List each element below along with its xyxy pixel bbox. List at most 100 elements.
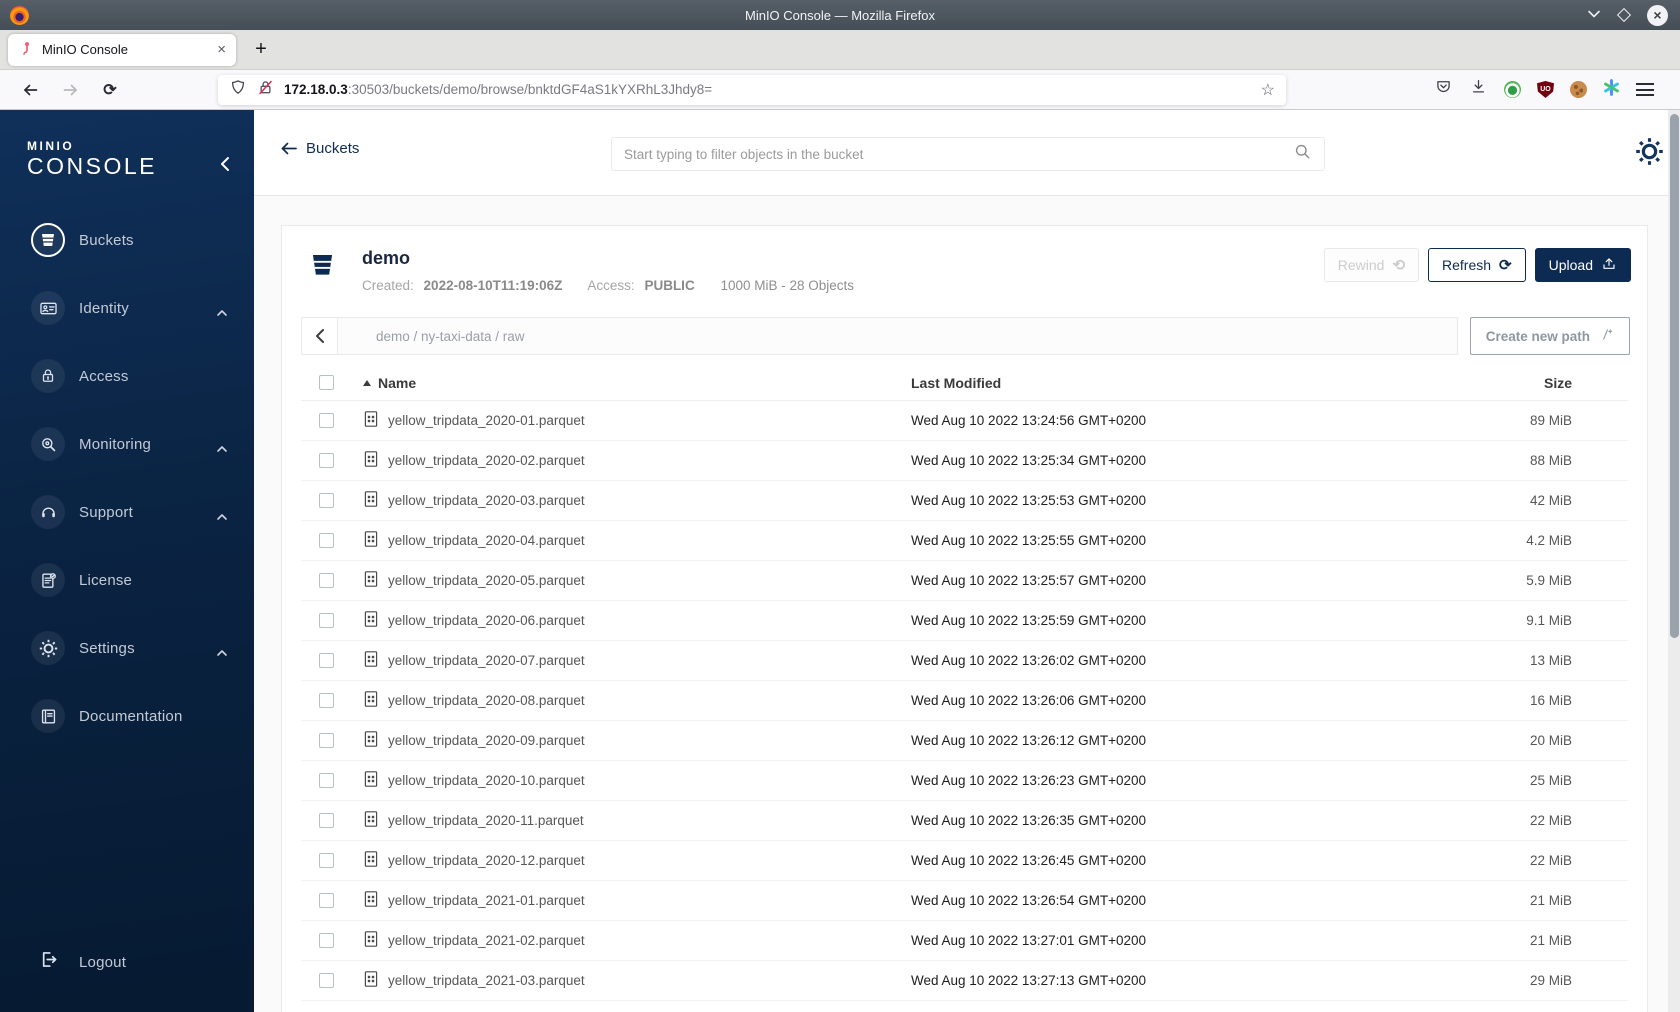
parquet-file-icon (363, 610, 379, 631)
table-row[interactable]: yellow_tripdata_2020-10.parquet Wed Aug … (301, 761, 1628, 801)
row-checkbox[interactable] (319, 773, 334, 788)
column-header-name[interactable]: Name (347, 375, 911, 391)
row-checkbox[interactable] (319, 733, 334, 748)
sidebar-item-identity[interactable]: Identity (0, 274, 254, 342)
row-checkbox[interactable] (319, 893, 334, 908)
object-name: yellow_tripdata_2020-12.parquet (388, 853, 585, 868)
table-row[interactable]: yellow_tripdata_2020-02.parquet Wed Aug … (301, 441, 1628, 481)
upload-button[interactable]: Upload (1534, 248, 1631, 282)
table-row[interactable]: yellow_tripdata_2020-04.parquet Wed Aug … (301, 521, 1628, 561)
row-checkbox[interactable] (319, 453, 334, 468)
bookmark-star-icon[interactable]: ☆ (1261, 80, 1275, 100)
row-checkbox[interactable] (319, 613, 334, 628)
object-last-modified: Wed Aug 10 2022 13:25:59 GMT+0200 (911, 613, 1147, 628)
window-close-icon[interactable]: × (1647, 4, 1668, 26)
object-last-modified: Wed Aug 10 2022 13:26:02 GMT+0200 (911, 653, 1147, 668)
logo-console: CONSOLE (27, 153, 157, 179)
sidebar-item-access[interactable]: Access (0, 342, 254, 410)
table-row[interactable]: yellow_tripdata_2020-12.parquet Wed Aug … (301, 841, 1628, 881)
chevron-up-icon[interactable] (216, 644, 228, 662)
row-checkbox[interactable] (319, 533, 334, 548)
table-row[interactable]: yellow_tripdata_2020-03.parquet Wed Aug … (301, 481, 1628, 521)
select-all-checkbox[interactable] (319, 375, 334, 390)
back-button[interactable] (12, 75, 48, 105)
table-row[interactable]: yellow_tripdata_2020-09.parquet Wed Aug … (301, 721, 1628, 761)
table-row[interactable]: yellow_tripdata_2021-02.parquet Wed Aug … (301, 921, 1628, 961)
table-row[interactable]: yellow_tripdata_2020-07.parquet Wed Aug … (301, 641, 1628, 681)
downloads-icon[interactable] (1469, 78, 1488, 101)
row-checkbox[interactable] (319, 853, 334, 868)
row-checkbox[interactable] (319, 973, 334, 988)
rewind-button[interactable]: Rewind ⟲ (1323, 248, 1420, 282)
window-minimize-icon[interactable] (1587, 6, 1601, 24)
settings-gear-icon[interactable] (1635, 137, 1664, 171)
sidebar-item-monitoring[interactable]: Monitoring (0, 410, 254, 478)
object-filter-input[interactable] (624, 146, 1293, 162)
back-to-buckets-link[interactable]: Buckets (280, 140, 359, 157)
sidebar-item-support[interactable]: Support (0, 478, 254, 546)
table-row[interactable]: yellow_tripdata_2021-01.parquet Wed Aug … (301, 881, 1628, 921)
row-checkbox[interactable] (319, 693, 334, 708)
row-checkbox[interactable] (319, 933, 334, 948)
license-doc-icon (31, 563, 65, 597)
sidebar-item-label: Identity (79, 299, 129, 317)
url-bar[interactable]: 172.18.0.3:30503/buckets/demo/browse/bnk… (218, 74, 1286, 105)
object-name: yellow_tripdata_2020-08.parquet (388, 693, 585, 708)
column-header-size[interactable]: Size (1486, 375, 1628, 391)
breadcrumb-path[interactable]: demo / ny-taxi-data / raw (376, 329, 525, 344)
row-checkbox[interactable] (319, 653, 334, 668)
ublock-origin-icon[interactable]: UO (1537, 81, 1554, 98)
object-size: 20 MiB (1529, 733, 1572, 748)
page-scrollbar[interactable] (1668, 110, 1680, 1012)
pocket-icon[interactable] (1434, 78, 1453, 101)
sidebar-item-settings[interactable]: Settings (0, 614, 254, 682)
url-text: 172.18.0.3:30503/buckets/demo/browse/bnk… (284, 82, 1252, 97)
sidebar-item-buckets[interactable]: Buckets (0, 206, 254, 274)
object-size: 25 MiB (1529, 773, 1572, 788)
chevron-up-icon[interactable] (216, 440, 228, 458)
parquet-file-icon (363, 530, 379, 551)
tab-close-icon[interactable]: × (217, 41, 226, 58)
path-back-icon[interactable] (302, 318, 338, 354)
chevron-up-icon[interactable] (216, 508, 228, 526)
sidebar-item-logout[interactable]: Logout (0, 940, 254, 984)
object-name: yellow_tripdata_2020-04.parquet (388, 533, 585, 548)
table-row[interactable]: yellow_tripdata_2020-01.parquet Wed Aug … (301, 401, 1628, 441)
insecure-lock-icon[interactable] (256, 78, 275, 102)
row-checkbox[interactable] (319, 573, 334, 588)
minio-sidebar: MINIO CONSOLE Buckets Identity Access Mo… (0, 110, 254, 1012)
row-checkbox[interactable] (319, 813, 334, 828)
create-new-path-button[interactable]: Create new path (1469, 317, 1630, 355)
reload-button[interactable]: ⟳ (92, 75, 128, 105)
chevron-up-icon[interactable] (216, 304, 228, 322)
tracking-protection-shield-icon[interactable] (229, 78, 247, 102)
menu-hamburger-icon[interactable] (1636, 83, 1654, 96)
asterisk-extension-icon[interactable] (1603, 78, 1620, 101)
object-last-modified: Wed Aug 10 2022 13:26:12 GMT+0200 (911, 733, 1147, 748)
table-row[interactable]: yellow_tripdata_2020-11.parquet Wed Aug … (301, 801, 1628, 841)
column-header-last-modified[interactable]: Last Modified (911, 375, 1486, 391)
table-row[interactable]: yellow_tripdata_2021-03.parquet Wed Aug … (301, 961, 1628, 1001)
sidebar-item-documentation[interactable]: Documentation (0, 682, 254, 750)
scrollbar-thumb[interactable] (1669, 114, 1679, 638)
table-row[interactable]: yellow_tripdata_2020-08.parquet Wed Aug … (301, 681, 1628, 721)
table-row[interactable]: yellow_tripdata_2020-06.parquet Wed Aug … (301, 601, 1628, 641)
refresh-button[interactable]: Refresh ⟳ (1428, 248, 1526, 282)
cookie-extension-icon[interactable] (1570, 81, 1587, 98)
sidebar-collapse-icon[interactable] (220, 156, 230, 177)
row-checkbox[interactable] (319, 413, 334, 428)
window-maximize-icon[interactable] (1616, 7, 1632, 23)
sidebar-item-license[interactable]: License (0, 546, 254, 614)
extension-green-icon[interactable] (1504, 81, 1521, 98)
browser-tab-minio-console[interactable]: MinIO Console × (8, 33, 236, 66)
lock-icon (31, 359, 65, 393)
forward-button[interactable] (52, 75, 88, 105)
table-row[interactable]: yellow_tripdata_2020-05.parquet Wed Aug … (301, 561, 1628, 601)
row-checkbox[interactable] (319, 493, 334, 508)
access-label: Access: (587, 278, 635, 293)
gear-icon (31, 631, 65, 665)
sort-ascending-icon (363, 379, 371, 386)
object-name: yellow_tripdata_2020-07.parquet (388, 653, 585, 668)
bucket-summary: 1000 MiB - 28 Objects (720, 278, 855, 293)
new-tab-button[interactable]: + (246, 35, 276, 65)
